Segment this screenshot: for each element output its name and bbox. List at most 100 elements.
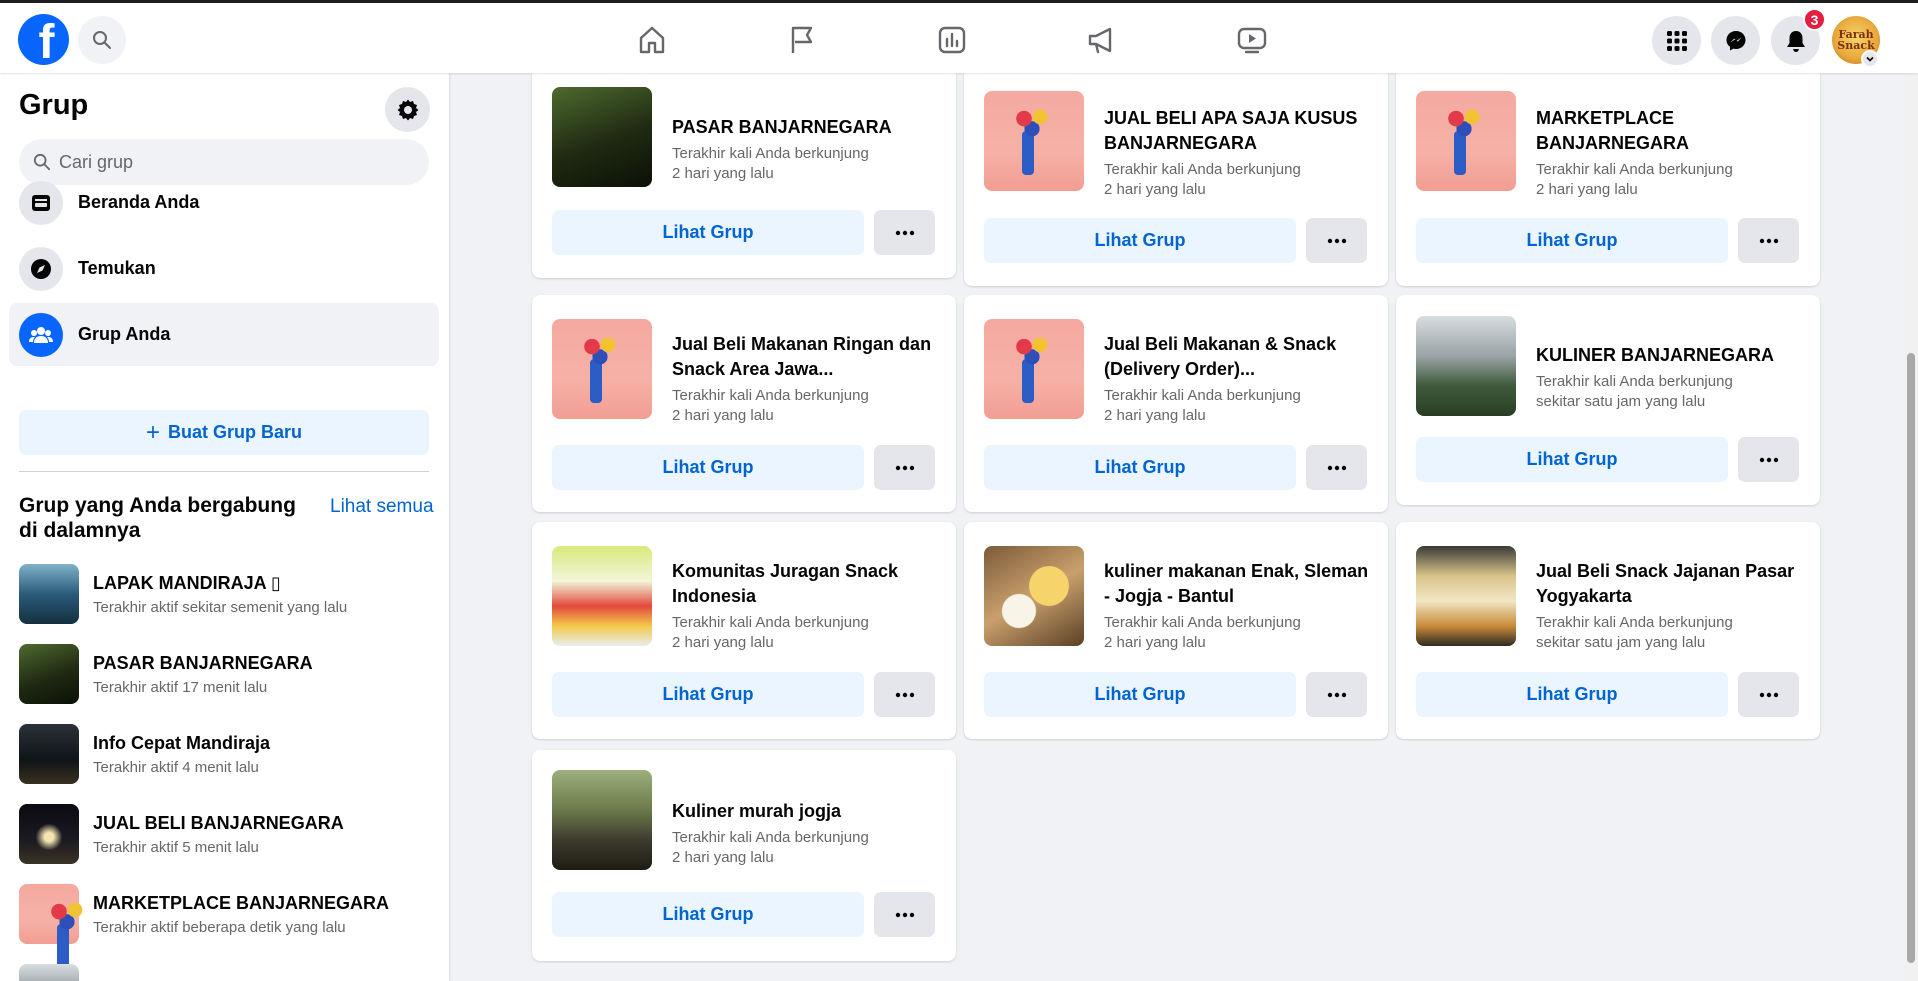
last-visit-time: 2 hari yang lalu (672, 165, 774, 182)
group-thumbnail (19, 884, 87, 968)
account-menu-chevron[interactable] (1861, 50, 1879, 68)
group-card-last-visit: Terakhir kali Anda berkunjung 2 hari yang… (1104, 386, 1374, 426)
group-card-title[interactable]: Jual Beli Makanan & Snack (Delivery Orde… (1104, 332, 1374, 382)
last-visit-label: Terakhir kali Anda berkunjung (1104, 387, 1301, 404)
more-options-button[interactable] (874, 210, 935, 255)
chart-icon (938, 26, 966, 54)
group-card-title[interactable]: Jual Beli Makanan Ringan dan Snack Area … (672, 332, 942, 382)
group-card-title[interactable]: PASAR BANJARNEGARA (672, 115, 942, 140)
joined-group-item[interactable]: MARKETPLACE BANJARNEGARA Terakhir aktif b… (19, 883, 439, 968)
sidebar-item-label: Beranda Anda (78, 192, 200, 212)
more-icon (895, 230, 914, 235)
group-card-thumbnail (1416, 91, 1516, 191)
nav-ads[interactable] (1079, 17, 1125, 63)
more-icon (1759, 692, 1778, 697)
more-icon (895, 465, 914, 470)
group-card-title[interactable]: Kuliner murah jogja (672, 799, 942, 824)
view-group-button[interactable]: Lihat Grup (984, 218, 1296, 263)
last-visit-time: 2 hari yang lalu (1536, 181, 1638, 198)
joined-group-item[interactable]: LAPAK MANDIRAJA ▯ Terakhir aktif sekitar … (19, 563, 439, 625)
nav-dashboard[interactable] (929, 17, 975, 63)
grid-menu-icon (1666, 30, 1687, 51)
last-visit-time: 2 hari yang lalu (672, 634, 774, 651)
more-options-button[interactable] (1306, 672, 1367, 717)
view-group-button[interactable]: Lihat Grup (984, 672, 1296, 717)
group-thumbnail (19, 564, 79, 624)
home-icon (639, 26, 665, 54)
view-group-button[interactable]: Lihat Grup (552, 892, 864, 937)
group-card-title[interactable]: MARKETPLACE BANJARNEGARA (1536, 106, 1806, 156)
last-visit-time: 2 hari yang lalu (1104, 634, 1206, 651)
view-group-button[interactable]: Lihat Grup (552, 210, 864, 255)
last-visit-label: Terakhir kali Anda berkunjung (1536, 614, 1733, 631)
group-card-thumbnail (984, 546, 1084, 646)
group-search-input[interactable] (59, 151, 399, 173)
more-icon (1759, 238, 1778, 243)
sidebar-item-discover[interactable]: Temukan (9, 237, 439, 300)
last-visit-time: 2 hari yang lalu (672, 407, 774, 424)
view-group-button[interactable]: Lihat Grup (1416, 672, 1728, 717)
more-options-button[interactable] (1738, 437, 1799, 482)
view-group-button[interactable]: Lihat Grup (1416, 218, 1728, 263)
settings-button[interactable] (385, 87, 430, 132)
view-group-button[interactable]: Lihat Grup (1416, 437, 1728, 482)
sidebar-item-your-feed[interactable]: Beranda Anda (9, 171, 439, 234)
group-card-title[interactable]: Jual Beli Snack Jajanan Pasar Yogyakarta (1536, 559, 1806, 609)
view-group-button[interactable]: Lihat Grup (552, 445, 864, 490)
last-visit-label: Terakhir kali Anda berkunjung (1536, 373, 1733, 390)
group-card-title[interactable]: JUAL BELI APA SAJA KUSUS BANJARNEGARA (1104, 106, 1374, 156)
megaphone-icon (1088, 27, 1112, 54)
group-card-last-visit: Terakhir kali Anda berkunjung sekitar sat… (1536, 613, 1806, 653)
nav-pages[interactable] (779, 17, 825, 63)
scrollbar-thumb[interactable] (1907, 353, 1915, 963)
messenger-button[interactable] (1711, 16, 1760, 65)
more-options-button[interactable] (1738, 672, 1799, 717)
group-card-title[interactable]: Komunitas Juragan Snack Indonesia (672, 559, 942, 609)
notifications-button[interactable]: 3 (1771, 8, 1826, 65)
group-card-title[interactable]: kuliner makanan Enak, Sleman - Jogja - B… (1104, 559, 1374, 609)
see-all-link[interactable]: Lihat semua (330, 496, 434, 518)
group-card: Jual Beli Makanan Ringan dan Snack Area … (532, 295, 956, 512)
group-card-last-visit: Terakhir kali Anda berkunjung 2 hari yang… (1104, 613, 1374, 653)
nav-video[interactable] (1229, 17, 1275, 63)
video-icon (1237, 27, 1267, 54)
bell-icon (1786, 30, 1805, 52)
group-activity: Terakhir aktif 4 menit lalu (93, 758, 259, 776)
group-card: MARKETPLACE BANJARNEGARA Terakhir kali A… (1396, 60, 1820, 286)
view-group-button[interactable]: Lihat Grup (552, 672, 864, 717)
group-card-thumbnail (1416, 316, 1516, 416)
joined-group-item-partial[interactable] (19, 963, 439, 981)
nav-home[interactable] (629, 17, 675, 63)
facebook-logo[interactable]: f (18, 14, 69, 65)
more-options-button[interactable] (1306, 445, 1367, 490)
group-name: JUAL BELI BANJARNEGARA (93, 812, 344, 833)
more-options-button[interactable] (874, 445, 935, 490)
group-card-thumbnail (1416, 546, 1516, 646)
joined-group-item[interactable]: PASAR BANJARNEGARA Terakhir aktif 17 meni… (19, 643, 439, 705)
group-name: Info Cepat Mandiraja (93, 732, 271, 753)
menu-button[interactable] (1652, 16, 1701, 65)
joined-group-item[interactable]: JUAL BELI BANJARNEGARA Terakhir aktif 5 m… (19, 803, 439, 865)
group-name: PASAR BANJARNEGARA (93, 652, 313, 673)
create-group-label: Buat Grup Baru (168, 422, 303, 442)
create-group-button[interactable]: + Buat Grup Baru (19, 410, 429, 455)
group-card-last-visit: Terakhir kali Anda berkunjung 2 hari yang… (1104, 160, 1374, 200)
group-card-thumbnail (984, 319, 1084, 419)
group-name: LAPAK MANDIRAJA ▯ (93, 572, 281, 593)
search-button[interactable] (78, 16, 126, 64)
joined-group-item[interactable]: Info Cepat Mandiraja Terakhir aktif 4 men… (19, 723, 439, 785)
last-visit-time: 2 hari yang lalu (1104, 407, 1206, 424)
group-card: Kuliner murah jogja Terakhir kali Anda b… (532, 750, 956, 961)
group-card-title[interactable]: KULINER BANJARNEGARA (1536, 343, 1806, 368)
more-options-button[interactable] (1738, 218, 1799, 263)
more-options-button[interactable] (874, 672, 935, 717)
group-card-thumbnail (552, 546, 652, 646)
last-visit-time: sekitar satu jam yang lalu (1536, 634, 1706, 651)
page-scrollbar[interactable] (1904, 73, 1918, 981)
more-options-button[interactable] (1306, 218, 1367, 263)
groups-sidebar: Grup Beranda Anda Temukan Grup Anda + Bua… (0, 73, 449, 981)
joined-groups-heading: Grup yang Anda bergabung di dalamnya (19, 494, 296, 542)
sidebar-item-your-groups[interactable]: Grup Anda (9, 303, 439, 366)
more-options-button[interactable] (874, 892, 935, 937)
view-group-button[interactable]: Lihat Grup (984, 445, 1296, 490)
